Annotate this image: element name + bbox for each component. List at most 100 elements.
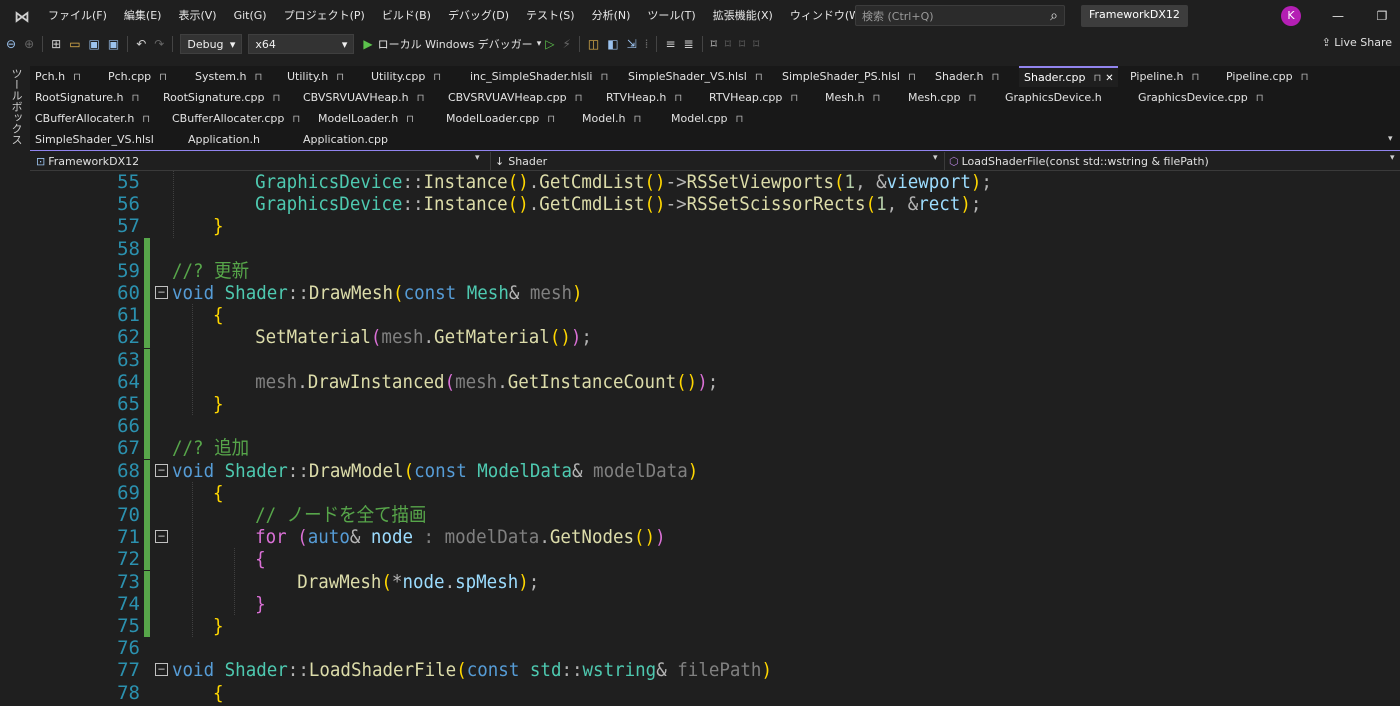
fold-toggle-icon[interactable]: − (155, 463, 168, 477)
member-dropdown[interactable]: ⬡ LoadShaderFile(const std::wstring & fil… (944, 152, 1394, 170)
tab-rootsignature-cpp[interactable]: RootSignature.cpp ⊓ (158, 87, 286, 108)
tab-pch-h[interactable]: Pch.h ⊓ (30, 66, 87, 87)
pin-icon[interactable]: ⊓ (908, 72, 916, 83)
tab-graphicsdevice-h[interactable]: GraphicsDevice.h (1000, 87, 1108, 108)
pin-icon[interactable]: ⊓ (991, 72, 999, 83)
tab-cbvsrvuavheap-cpp[interactable]: CBVSRVUAVHeap.cpp ⊓ (443, 87, 588, 108)
pin-icon[interactable]: ⊓ (872, 93, 880, 104)
tab-model-h[interactable]: Model.h ⊓ (577, 108, 647, 129)
tab-pipeline-cpp[interactable]: Pipeline.cpp ⊓ (1221, 66, 1314, 87)
code-line[interactable]: 62 SetMaterial(mesh.GetMaterial()); (30, 326, 1400, 349)
save-icon[interactable]: ▣ (89, 37, 100, 51)
uncomment-icon[interactable]: ≣ (684, 37, 694, 51)
breakpoint-icon[interactable]: ⁞ (645, 37, 649, 51)
next-bookmark-icon[interactable]: ⌑ (739, 37, 745, 51)
pin-icon[interactable]: ⊓ (674, 93, 682, 104)
pin-icon[interactable]: ⊓ (736, 114, 744, 125)
hot-reload-icon[interactable]: ⚡ (562, 37, 570, 51)
menu-item[interactable]: ファイル(F) (40, 0, 116, 32)
project-dropdown[interactable]: ⊡ FrameworkDX12 (32, 152, 484, 170)
pin-icon[interactable]: ⊓ (1093, 73, 1101, 84)
pin-icon[interactable]: ⊓ (336, 72, 344, 83)
tab-inc-simpleshader-hlsli[interactable]: inc_SimpleShader.hlsli ⊓ (465, 66, 614, 87)
code-line[interactable]: 73 DrawMesh(*node.spMesh); (30, 570, 1400, 593)
code-line[interactable]: 75} (30, 615, 1400, 637)
tab-shader-h[interactable]: Shader.h ⊓ (930, 66, 1005, 87)
pin-icon[interactable]: ⊓ (159, 72, 167, 83)
pin-icon[interactable]: ⊓ (575, 93, 583, 104)
restore-button[interactable]: ❐ (1360, 0, 1400, 32)
tab-mesh-h[interactable]: Mesh.h ⊓ (820, 87, 886, 108)
platform-dropdown[interactable]: x64 ▾ (248, 34, 355, 54)
tab-application-h[interactable]: Application.h (183, 129, 266, 150)
pin-icon[interactable]: ⊓ (255, 72, 263, 83)
pin-icon[interactable]: ⊓ (406, 114, 414, 125)
tab-simpleshader-ps-hlsl[interactable]: SimpleShader_PS.hlsl ⊓ (777, 66, 922, 87)
comment-icon[interactable]: ≡ (665, 37, 675, 51)
fold-toggle-icon[interactable]: − (155, 530, 168, 544)
pin-icon[interactable]: ⊓ (1192, 72, 1200, 83)
open-folder-icon[interactable]: ▭ (69, 37, 80, 51)
tab-pipeline-h[interactable]: Pipeline.h ⊓ (1125, 66, 1205, 87)
menu-item[interactable]: ビルド(B) (374, 0, 440, 32)
tab-application-cpp[interactable]: Application.cpp (298, 129, 394, 150)
menu-item[interactable]: 表示(V) (170, 0, 225, 32)
code-line[interactable]: 64 mesh.DrawInstanced(mesh.GetInstanceCo… (30, 370, 1400, 393)
pin-icon[interactable]: ⊓ (433, 72, 441, 83)
tab-cbufferallocater-h[interactable]: CBufferAllocater.h ⊓ (30, 108, 156, 129)
code-line[interactable]: 58 (30, 237, 1400, 260)
start-debug-button[interactable]: ▶ ローカル Windows デバッガー ▾ (363, 36, 541, 52)
code-line[interactable]: 71 − for (auto& node : modelData.GetNodes… (30, 526, 1400, 549)
pin-icon[interactable]: ⊓ (600, 72, 608, 83)
start-without-debug-icon[interactable]: ▷ (545, 37, 554, 51)
menu-item[interactable]: 分析(N) (584, 0, 640, 32)
tab-rtvheap-h[interactable]: RTVHeap.h ⊓ (601, 87, 688, 108)
code-line[interactable]: 56 GraphicsDevice::Instance().GetCmdList… (30, 193, 1400, 215)
code-line[interactable]: 61 { (30, 304, 1400, 327)
pin-icon[interactable]: ⊓ (547, 114, 555, 125)
menu-item[interactable]: Git(G) (226, 0, 276, 32)
menu-item[interactable]: テスト(S) (518, 0, 584, 32)
window-layout-icon[interactable]: ◧ (607, 37, 618, 51)
code-line[interactable]: 74 } (30, 592, 1400, 615)
menu-item[interactable]: 拡張機能(X) (705, 0, 782, 32)
code-line[interactable]: 65} (30, 393, 1400, 415)
code-line[interactable]: 63 (30, 348, 1400, 371)
pin-icon[interactable]: ⊓ (292, 114, 300, 125)
prev-bookmark-icon[interactable]: ⌑ (725, 37, 731, 51)
redo-icon[interactable]: ↷ (154, 37, 164, 51)
tab-graphicsdevice-cpp[interactable]: GraphicsDevice.cpp ⊓ (1133, 87, 1270, 108)
code-editor[interactable]: 55 GraphicsDevice::Instance().GetCmdList… (30, 171, 1400, 706)
clear-bookmarks-icon[interactable]: ⌑ (753, 37, 759, 51)
code-line[interactable]: 57} (30, 215, 1400, 237)
tab-modelloader-cpp[interactable]: ModelLoader.cpp ⊓ (441, 108, 561, 129)
tab-shader-cpp[interactable]: Shader.cpp ⊓ ✕ (1019, 66, 1118, 87)
save-all-icon[interactable]: ▣ (108, 37, 119, 51)
fold-toggle-icon[interactable]: − (155, 286, 168, 299)
new-project-icon[interactable]: ⊞ (51, 37, 61, 51)
tab-model-cpp[interactable]: Model.cpp ⊓ (666, 108, 749, 129)
toolbox-tab[interactable]: ツールボックス (8, 68, 24, 145)
code-line[interactable]: 55 GraphicsDevice::Instance().GetCmdList… (30, 171, 1400, 193)
code-line[interactable]: 70 // ノードを全て描画 (30, 504, 1400, 526)
back-icon[interactable]: ⊖ (6, 37, 16, 51)
tab-cbvsrvuavheap-h[interactable]: CBVSRVUAVHeap.h ⊓ (298, 87, 430, 108)
pin-icon[interactable]: ⊓ (142, 114, 150, 125)
tab-utility-cpp[interactable]: Utility.cpp ⊓ (366, 66, 447, 87)
browser-link-icon[interactable]: ◫ (588, 37, 599, 51)
pin-icon[interactable]: ⊓ (131, 93, 139, 104)
code-line[interactable]: 78 { (30, 682, 1400, 704)
pin-icon[interactable]: ⊓ (790, 93, 798, 104)
scope-dropdown[interactable]: ↓ Shader (490, 152, 942, 170)
code-line[interactable]: 76 (30, 637, 1400, 659)
fold-toggle-icon[interactable]: − (155, 663, 168, 677)
code-line[interactable]: 60 − void Shader::DrawMesh(const Mesh& mes… (30, 282, 1400, 304)
tab-simpleshader-vs-hlsl[interactable]: SimpleShader_VS.hlsl (30, 129, 160, 150)
code-line[interactable]: 67 //? 追加 (30, 437, 1400, 460)
forward-icon[interactable]: ⊕ (24, 37, 34, 51)
tab-pch-cpp[interactable]: Pch.cpp ⊓ (103, 66, 173, 87)
live-share-button[interactable]: ⇪ Live Share (1322, 36, 1392, 49)
pin-icon[interactable]: ⊓ (417, 93, 425, 104)
tab-rtvheap-cpp[interactable]: RTVHeap.cpp ⊓ (704, 87, 804, 108)
pin-icon[interactable]: ⊓ (1256, 93, 1264, 104)
